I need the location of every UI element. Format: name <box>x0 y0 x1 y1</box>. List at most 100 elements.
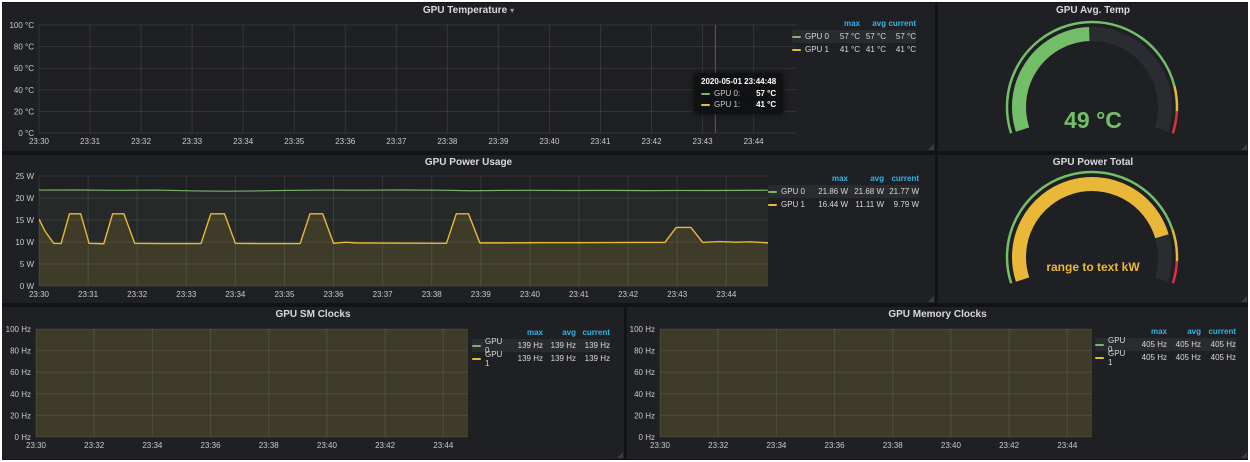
x-axis-label: 23:42 <box>618 290 639 299</box>
x-axis-label: 23:39 <box>488 137 509 146</box>
panel-resize-handle[interactable] <box>928 296 934 302</box>
legend-header-max[interactable]: max <box>508 328 543 337</box>
x-axis-label: 23:41 <box>569 290 590 299</box>
legend-gpu-sm-clocks: maxavgcurrentGPU 0139 Hz139 Hz139 HzGPU … <box>472 326 610 365</box>
x-axis-label: 23:36 <box>825 441 846 450</box>
panel-resize-handle[interactable] <box>928 144 934 150</box>
x-axis-label: 23:40 <box>520 290 541 299</box>
legend-header-row: maxavgcurrent <box>768 172 919 185</box>
legend-header-current[interactable]: current <box>1201 327 1236 336</box>
legend-stat-value: 21.77 W <box>884 187 919 196</box>
series-color-swatch-icon <box>792 49 801 51</box>
y-axis-label: 15 W <box>15 216 34 225</box>
legend-stat-value: 41 °C <box>886 45 916 54</box>
legend-header-avg[interactable]: avg <box>1167 327 1201 336</box>
grafana-dashboard: GPU Temperature ▾ 0 °C20 °C40 °C60 °C80 … <box>0 0 1250 462</box>
gauge-value-text: range to text kW <box>938 260 1248 274</box>
y-axis-label: 100 °C <box>9 21 34 30</box>
chevron-down-icon: ▾ <box>510 7 514 15</box>
x-axis-label: 23:32 <box>708 441 729 450</box>
x-axis-label: 23:34 <box>142 441 163 450</box>
x-axis-label: 23:32 <box>127 290 148 299</box>
tooltip-timestamp: 2020-05-01 23:44:48 <box>701 77 776 86</box>
series-color-swatch-icon <box>1095 357 1104 359</box>
legend-stat-value: 405 Hz <box>1201 353 1236 362</box>
series-color-swatch-icon <box>768 204 777 206</box>
graph-tooltip: 2020-05-01 23:44:48 GPU 0:57 °CGPU 1:41 … <box>694 73 783 114</box>
legend-header-max[interactable]: max <box>810 174 848 183</box>
panel-resize-handle[interactable] <box>1241 296 1247 302</box>
x-axis-label: 23:33 <box>182 137 203 146</box>
legend-header-current[interactable]: current <box>576 328 610 337</box>
x-axis-label: 23:38 <box>883 441 904 450</box>
legend-stat-value: 9.79 W <box>884 200 919 209</box>
series-name: GPU 1 <box>781 200 805 209</box>
series-color-swatch-icon <box>472 358 481 360</box>
x-axis-label: 23:31 <box>80 137 101 146</box>
tooltip-series-row: GPU 0:57 °C <box>701 88 776 99</box>
series-name: GPU 1 <box>1108 349 1131 367</box>
gauge-gpu-power-total <box>938 155 1248 303</box>
legend-series-toggle[interactable]: GPU 1 <box>768 200 810 209</box>
legend-header-max[interactable]: max <box>1131 327 1167 336</box>
legend-header-max[interactable]: max <box>834 19 860 28</box>
x-axis-label: 23:37 <box>386 137 407 146</box>
panel-resize-handle[interactable] <box>617 452 623 458</box>
legend-gpu-temperature: maxavgcurrentGPU 057 °C57 °C57 °CGPU 141… <box>792 17 916 56</box>
panel-title-gpu-memory-clocks[interactable]: GPU Memory Clocks <box>627 307 1248 322</box>
legend-header-avg[interactable]: avg <box>860 19 886 28</box>
panel-resize-handle[interactable] <box>1241 452 1247 458</box>
x-axis-label: 23:30 <box>29 290 50 299</box>
legend-series-toggle[interactable]: GPU 1 <box>472 350 508 368</box>
legend-stat-value: 405 Hz <box>1131 340 1167 349</box>
legend-header-avg[interactable]: avg <box>848 174 884 183</box>
legend-stat-value: 21.86 W <box>810 187 848 196</box>
legend-series-toggle[interactable]: GPU 1 <box>1095 349 1131 367</box>
legend-stat-value: 41 °C <box>860 45 886 54</box>
panel-title-gpu-power-total[interactable]: GPU Power Total <box>938 155 1248 170</box>
legend-series-row: GPU 116.44 W11.11 W9.79 W <box>768 198 919 211</box>
x-axis-label: 23:36 <box>201 441 222 450</box>
x-axis-label: 23:36 <box>324 290 345 299</box>
y-axis-label: 100 Hz <box>630 325 655 334</box>
x-axis-label: 23:42 <box>999 441 1020 450</box>
x-axis-label: 23:42 <box>375 441 396 450</box>
legend-stat-value: 21.68 W <box>848 187 884 196</box>
series-color-swatch-icon <box>792 36 801 38</box>
y-axis-label: 20 °C <box>14 107 34 116</box>
y-axis-label: 80 Hz <box>634 347 655 356</box>
panel-title-gpu-power-usage[interactable]: GPU Power Usage <box>2 155 935 170</box>
x-axis-label: 23:34 <box>233 137 254 146</box>
legend-series-toggle[interactable]: GPU 1 <box>792 45 834 54</box>
legend-series-toggle[interactable]: GPU 0 <box>792 32 834 41</box>
legend-stat-value: 57 °C <box>860 32 886 41</box>
legend-series-row: GPU 1139 Hz139 Hz139 Hz <box>472 352 610 365</box>
series-name: GPU 1 <box>485 350 508 368</box>
panel-title-gpu-sm-clocks[interactable]: GPU SM Clocks <box>2 307 624 322</box>
panel-resize-handle[interactable] <box>1241 144 1247 150</box>
panel-gpu-power-usage: GPU Power Usage 0 W5 W10 W15 W20 W25 W23… <box>2 155 935 303</box>
panel-title-gpu-temperature[interactable]: GPU Temperature ▾ <box>2 3 935 18</box>
x-axis-label: 23:35 <box>274 290 295 299</box>
legend-stat-value: 41 °C <box>834 45 860 54</box>
series-color-swatch-icon <box>472 345 481 347</box>
x-axis-label: 23:30 <box>650 441 671 450</box>
x-axis-label: 23:40 <box>539 137 560 146</box>
x-axis-label: 23:40 <box>317 441 338 450</box>
y-axis-label: 60 °C <box>14 64 34 73</box>
legend-stat-value: 405 Hz <box>1131 353 1167 362</box>
y-axis-label: 5 W <box>20 260 35 269</box>
gauge-value-text: 49 °C <box>938 107 1248 134</box>
tooltip-series-row: GPU 1:41 °C <box>701 99 776 110</box>
legend-header-current[interactable]: current <box>886 19 916 28</box>
legend-header-current[interactable]: current <box>884 174 919 183</box>
x-axis-label: 23:37 <box>373 290 394 299</box>
legend-stat-value: 16.44 W <box>810 200 848 209</box>
legend-header-avg[interactable]: avg <box>543 328 576 337</box>
legend-gpu-memory-clocks: maxavgcurrentGPU 0405 Hz405 Hz405 HzGPU … <box>1095 325 1236 364</box>
panel-title-text: GPU SM Clocks <box>275 309 350 320</box>
y-axis-label: 40 Hz <box>10 390 31 399</box>
panel-title-gpu-avg-temp[interactable]: GPU Avg. Temp <box>938 3 1248 18</box>
legend-series-toggle[interactable]: GPU 0 <box>768 187 810 196</box>
x-axis-label: 23:38 <box>422 290 443 299</box>
